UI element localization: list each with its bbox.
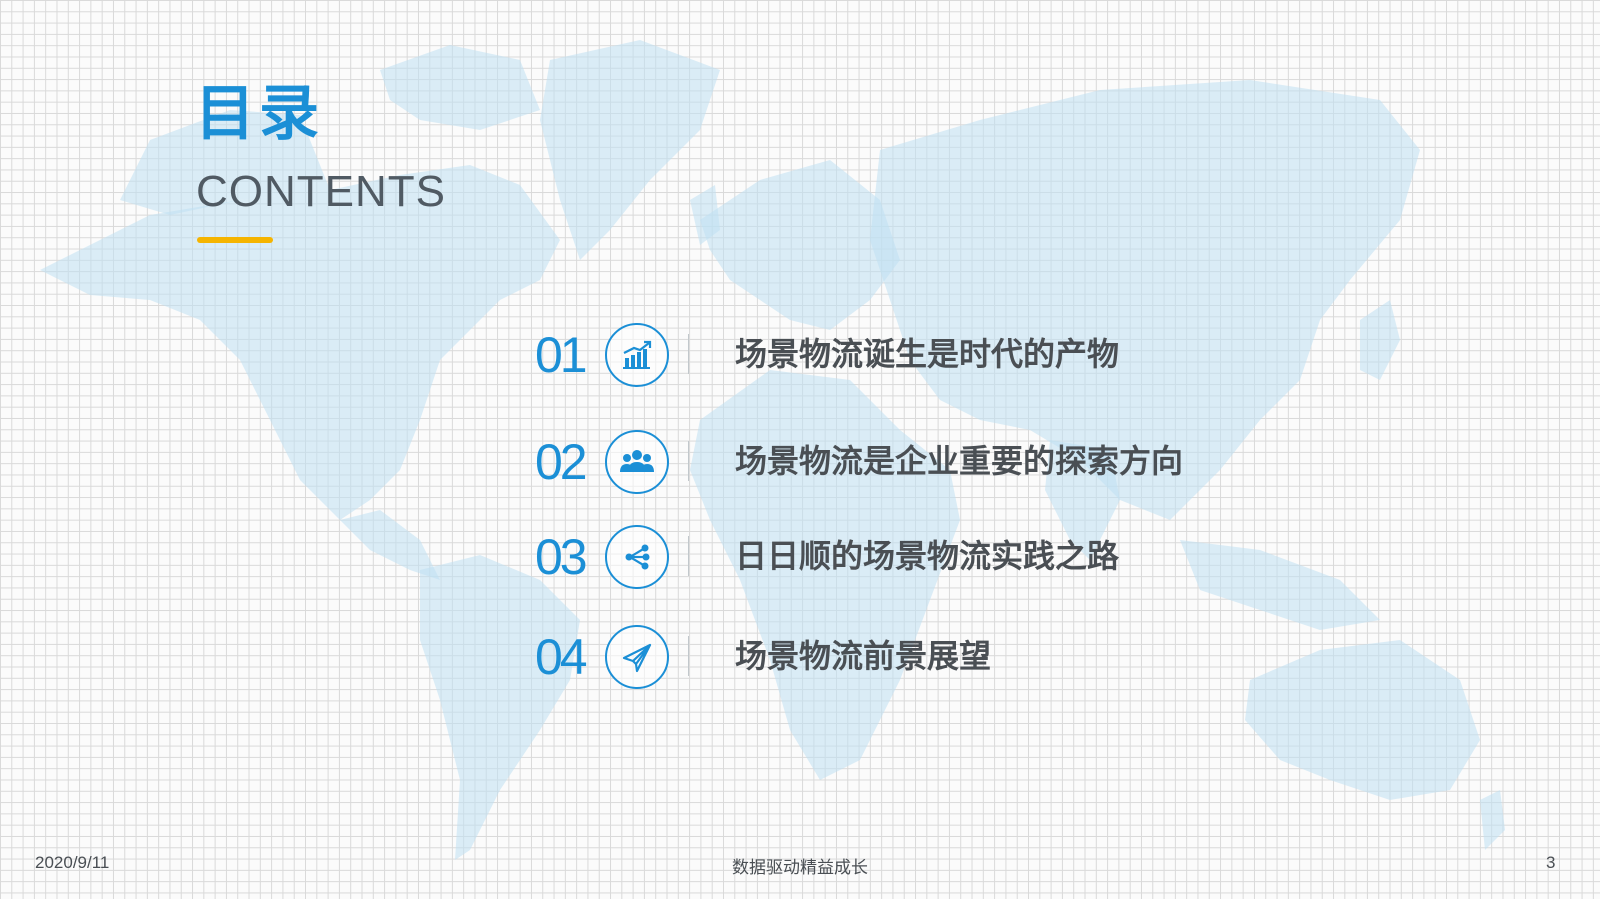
rising-chart-icon: [605, 323, 669, 387]
toc-divider: [688, 536, 689, 576]
toc-item-4[interactable]: 04 场景物流前景展望: [0, 622, 1600, 692]
toc-divider: [688, 441, 689, 481]
new-zealand-shape: [1480, 790, 1505, 850]
toc-number: 02: [535, 434, 588, 490]
toc-item-1[interactable]: 01 场景物流诞生是时代的产物: [0, 320, 1600, 390]
toc-label: 场景物流是企业重要的探索方向: [735, 442, 1184, 480]
toc-number: 04: [535, 629, 588, 685]
footer-title: 数据驱动精益成长: [732, 858, 868, 878]
toc-label: 场景物流诞生是时代的产物: [735, 335, 1120, 373]
page-title: 目录: [195, 79, 323, 149]
page-subtitle: CONTENTS: [196, 167, 446, 216]
arctic-islands-shape: [380, 45, 540, 130]
greenland-shape: [540, 40, 720, 260]
paper-plane-icon: [605, 625, 669, 689]
title-underline: [197, 237, 273, 243]
toc-divider: [688, 334, 689, 374]
page-number: 3: [1546, 853, 1556, 872]
toc-divider: [688, 636, 689, 676]
toc-label: 场景物流前景展望: [735, 637, 992, 675]
slide: 目录 CONTENTS 01 场景物流诞生是时代的产物 02 场景物流是企业重要…: [0, 0, 1600, 899]
toc-item-2[interactable]: 02 场景物流是企业重要的探索方向: [0, 427, 1600, 497]
people-group-icon: [605, 430, 669, 494]
toc-number: 03: [535, 529, 588, 585]
europe-shape: [700, 160, 900, 330]
south-america-shape: [420, 555, 580, 860]
share-network-icon: [605, 525, 669, 589]
toc-number: 01: [535, 327, 588, 383]
toc-label: 日日顺的场景物流实践之路: [735, 537, 1120, 575]
toc-item-3[interactable]: 03 日日顺的场景物流实践之路: [0, 522, 1600, 592]
